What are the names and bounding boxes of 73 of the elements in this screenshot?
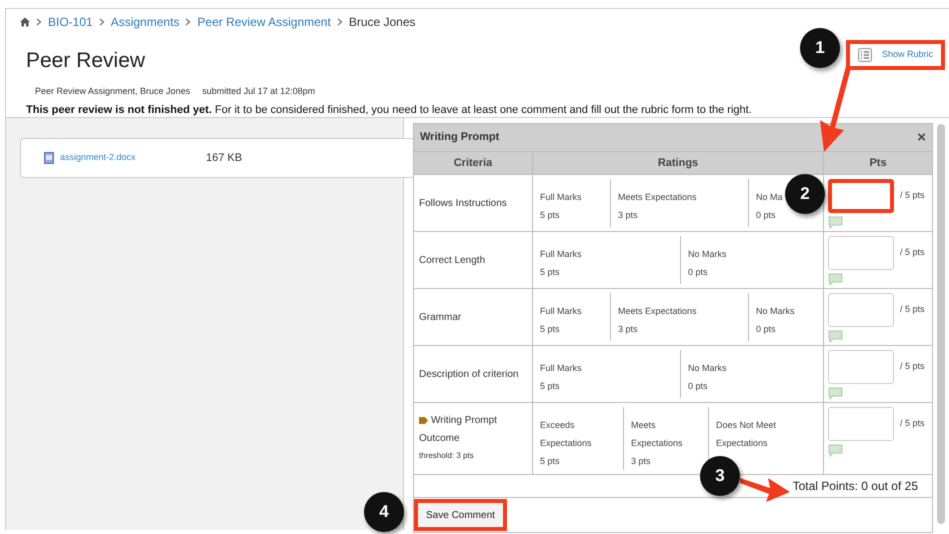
save-comment-button[interactable]: Save Comment bbox=[418, 503, 503, 527]
breadcrumb-current: Bruce Jones bbox=[348, 14, 416, 31]
rating-points: 5 pts bbox=[540, 323, 560, 336]
threshold-text: threshold: 3 pts bbox=[419, 450, 475, 462]
rating-points: 3 pts bbox=[618, 323, 638, 336]
column-header: Pts bbox=[868, 156, 888, 171]
rating-label: Meets Expectations bbox=[631, 419, 684, 450]
notice-text: This peer review is not finished yet. For it to be considered finished, you need to leave at least one comment and fill out the rubric form to the right. bbox=[25, 103, 753, 118]
chevron-icon bbox=[98, 18, 105, 26]
comment-icon[interactable] bbox=[828, 273, 843, 286]
document-icon bbox=[44, 152, 54, 164]
rating-points: 5 pts bbox=[540, 209, 560, 222]
points-possible: / 5 pts bbox=[900, 246, 925, 260]
rating-label: Meets Expectations bbox=[618, 191, 697, 204]
assignment-info: Peer Review Assignment, Bruce Jones bbox=[35, 84, 190, 98]
file-size: 167 KB bbox=[206, 150, 242, 166]
criterion-name: Description of criterion bbox=[419, 368, 520, 382]
breadcrumb-link[interactable]: BIO-101 bbox=[48, 13, 93, 31]
tag-icon bbox=[419, 417, 428, 424]
rating-points: 5 pts bbox=[540, 380, 560, 393]
submitted-time: submitted Jul 17 at 12:08pm bbox=[202, 84, 316, 98]
attachment-link[interactable]: assignment-2.docx bbox=[60, 151, 200, 165]
rating-label: No Marks bbox=[688, 248, 727, 261]
points-input[interactable] bbox=[828, 293, 894, 327]
rating-points: 0 pts bbox=[756, 323, 776, 336]
rating-label: Full Marks bbox=[540, 248, 582, 261]
breadcrumb-link[interactable]: Assignments bbox=[110, 13, 180, 31]
rating-label: Exceeds Expectations bbox=[540, 419, 593, 450]
comment-icon[interactable] bbox=[828, 216, 843, 229]
rating-label: No Ma bbox=[756, 191, 783, 204]
points-possible: / 5 pts bbox=[900, 303, 925, 316]
rating-points: 0 pts bbox=[756, 209, 776, 222]
rating-points: 5 pts bbox=[540, 455, 560, 468]
points-input[interactable] bbox=[828, 179, 894, 213]
points-possible: / 5 pts bbox=[900, 360, 925, 374]
rating-points: 3 pts bbox=[618, 209, 638, 222]
show-rubric-button[interactable]: Show Rubric bbox=[846, 40, 945, 70]
rating-label: Meets Expectations bbox=[618, 305, 697, 318]
rating-label: Full Marks bbox=[540, 305, 582, 318]
criterion-name: Grammar bbox=[419, 310, 462, 324]
page-title: Peer Review bbox=[26, 48, 146, 74]
points-possible: / 5 pts bbox=[900, 189, 925, 202]
rating-points: 5 pts bbox=[540, 266, 560, 279]
points-possible: / 5 pts bbox=[900, 417, 925, 430]
column-header: Criteria bbox=[414, 152, 533, 174]
chevron-icon bbox=[185, 18, 192, 26]
scrollbar[interactable] bbox=[937, 124, 945, 524]
comment-icon[interactable] bbox=[828, 444, 843, 457]
rating-points: 0 pts bbox=[688, 266, 708, 279]
comment-icon[interactable] bbox=[828, 387, 843, 400]
close-button[interactable]: × bbox=[917, 130, 926, 145]
callout-badge: 1 bbox=[800, 28, 840, 68]
chevron-icon bbox=[36, 18, 42, 26]
rating-label: Full Marks bbox=[540, 191, 582, 204]
rating-points: 3 pts bbox=[631, 455, 651, 468]
points-input[interactable] bbox=[828, 407, 894, 441]
total-points: Total Points: 0 out of 25 bbox=[792, 478, 918, 495]
breadcrumb-link[interactable]: Peer Review Assignment bbox=[197, 13, 331, 31]
criterion-name: Writing Prompt Outcome bbox=[419, 414, 498, 446]
criterion-name: Correct Length bbox=[419, 254, 486, 268]
rubric-title: Writing Prompt bbox=[420, 130, 500, 146]
rating-points: 0 pts bbox=[688, 380, 708, 393]
rating-label: Full Marks bbox=[540, 362, 582, 375]
rating-label: Does Not Meet Expectations bbox=[716, 419, 778, 450]
points-input[interactable] bbox=[828, 236, 894, 270]
home-icon[interactable] bbox=[20, 17, 30, 27]
criterion-name: Follows Instructions bbox=[419, 196, 508, 210]
comment-icon[interactable] bbox=[828, 330, 843, 343]
points-input[interactable] bbox=[828, 350, 894, 384]
rating-label: No Marks bbox=[688, 362, 727, 375]
list-icon bbox=[858, 48, 872, 62]
rating-label: No Marks bbox=[756, 305, 795, 318]
chevron-icon bbox=[336, 18, 343, 26]
